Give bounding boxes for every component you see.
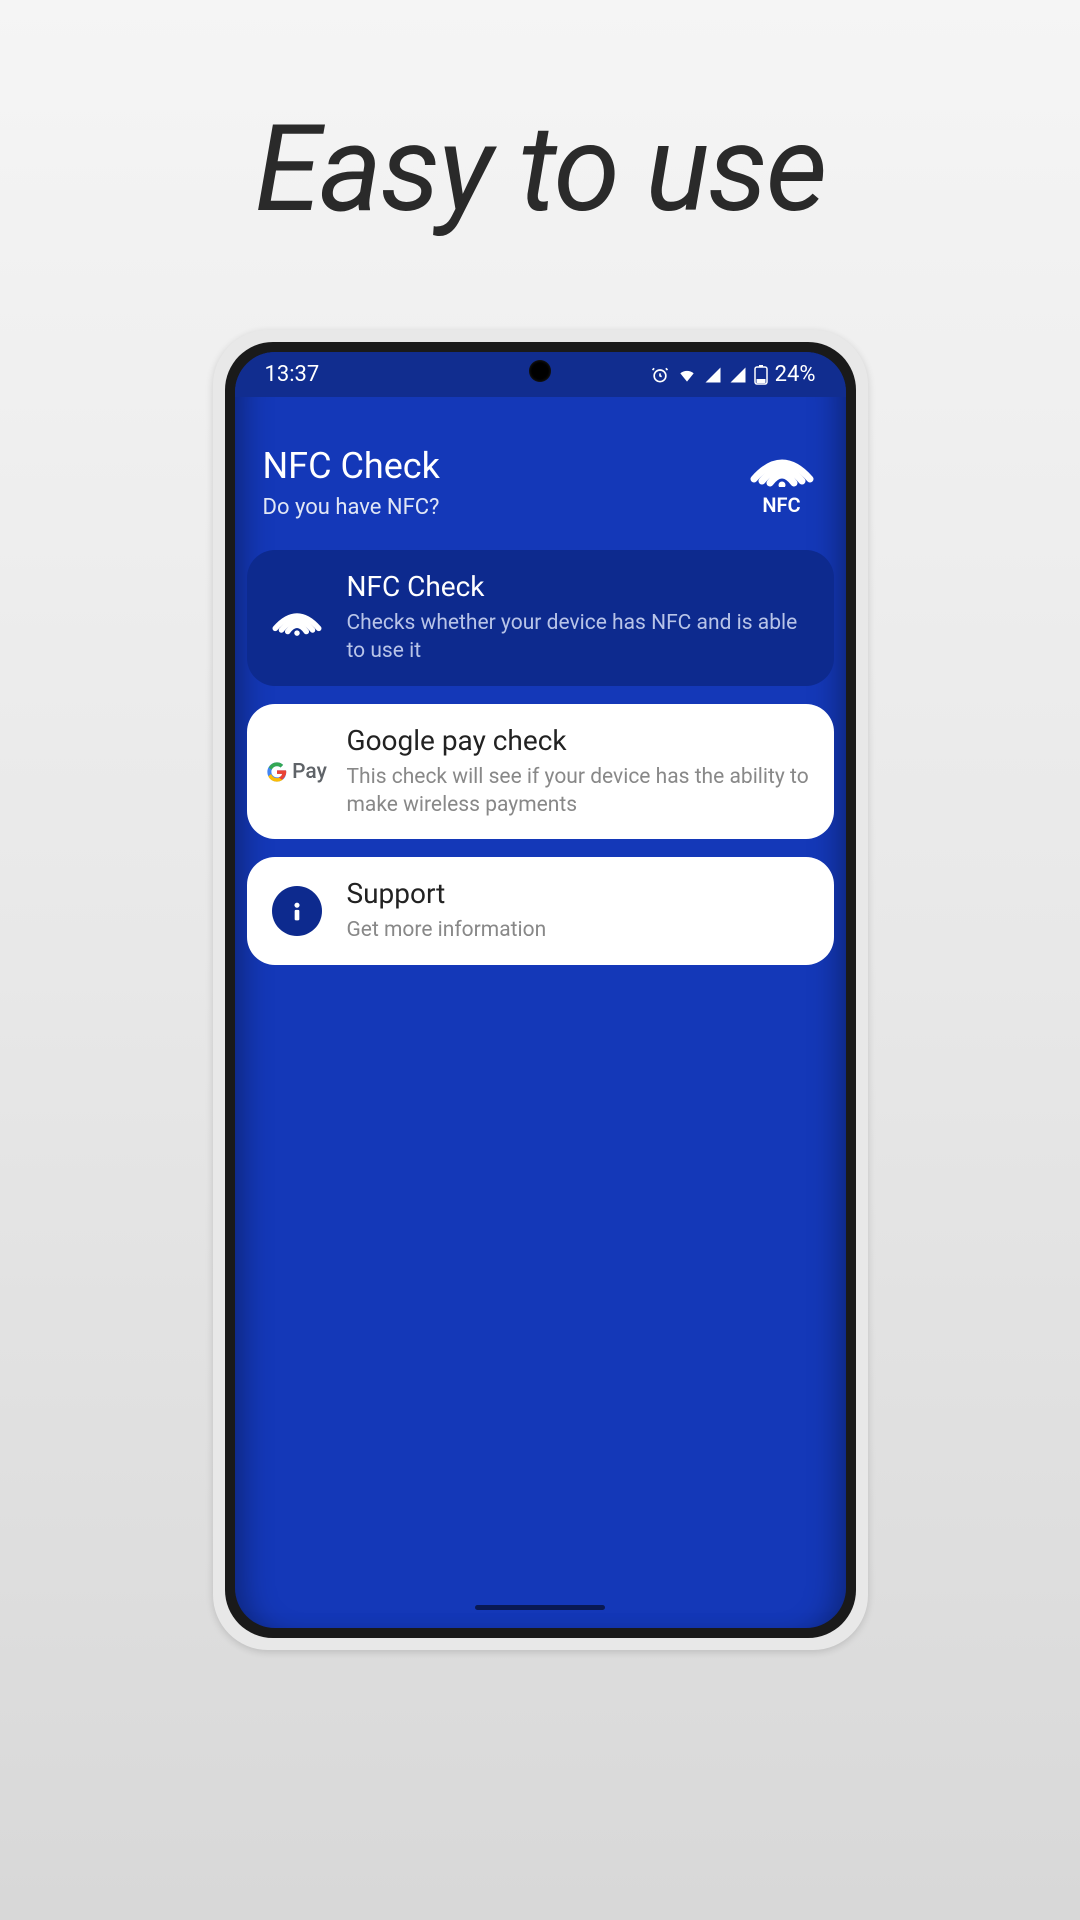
status-time: 13:37	[265, 362, 320, 387]
google-pay-check-card[interactable]: Pay Google pay check This check will see…	[247, 704, 834, 840]
support-card[interactable]: Support Get more information	[247, 857, 834, 964]
card-title: Support	[347, 877, 814, 910]
card-subtitle: This check will see if your device has t…	[347, 763, 814, 820]
app-subtitle: Do you have NFC?	[263, 495, 440, 520]
nfc-logo: NFC	[746, 439, 818, 517]
card-title: Google pay check	[347, 724, 814, 757]
battery-icon	[754, 365, 768, 385]
wifi-icon	[677, 365, 697, 385]
alarm-icon	[650, 365, 670, 385]
card-subtitle: Get more information	[347, 916, 814, 944]
navigation-pill[interactable]	[475, 1605, 605, 1610]
promo-headline: Easy to use	[255, 100, 826, 240]
battery-text: 24%	[775, 362, 816, 387]
signal-icon-2	[729, 366, 747, 384]
card-title: NFC Check	[347, 570, 814, 603]
camera-hole	[529, 360, 551, 382]
google-pay-text: Pay	[292, 760, 327, 784]
info-icon	[272, 886, 322, 936]
cards-container: NFC Check Checks whether your device has…	[235, 550, 846, 965]
app-title: NFC Check	[263, 445, 440, 487]
nfc-waves-icon	[746, 439, 818, 491]
card-subtitle: Checks whether your device has NFC and i…	[347, 609, 814, 666]
google-pay-icon: Pay	[266, 760, 327, 784]
device-frame: 13:37	[213, 330, 868, 1650]
device-screen: 13:37	[235, 352, 846, 1628]
app-header: NFC Check Do you have NFC? NFC	[235, 397, 846, 550]
nfc-check-card[interactable]: NFC Check Checks whether your device has…	[247, 550, 834, 686]
signal-icon	[704, 366, 722, 384]
nfc-waves-icon	[269, 595, 325, 641]
nfc-logo-label: NFC	[762, 493, 800, 517]
device-inner-frame: 13:37	[225, 342, 856, 1638]
